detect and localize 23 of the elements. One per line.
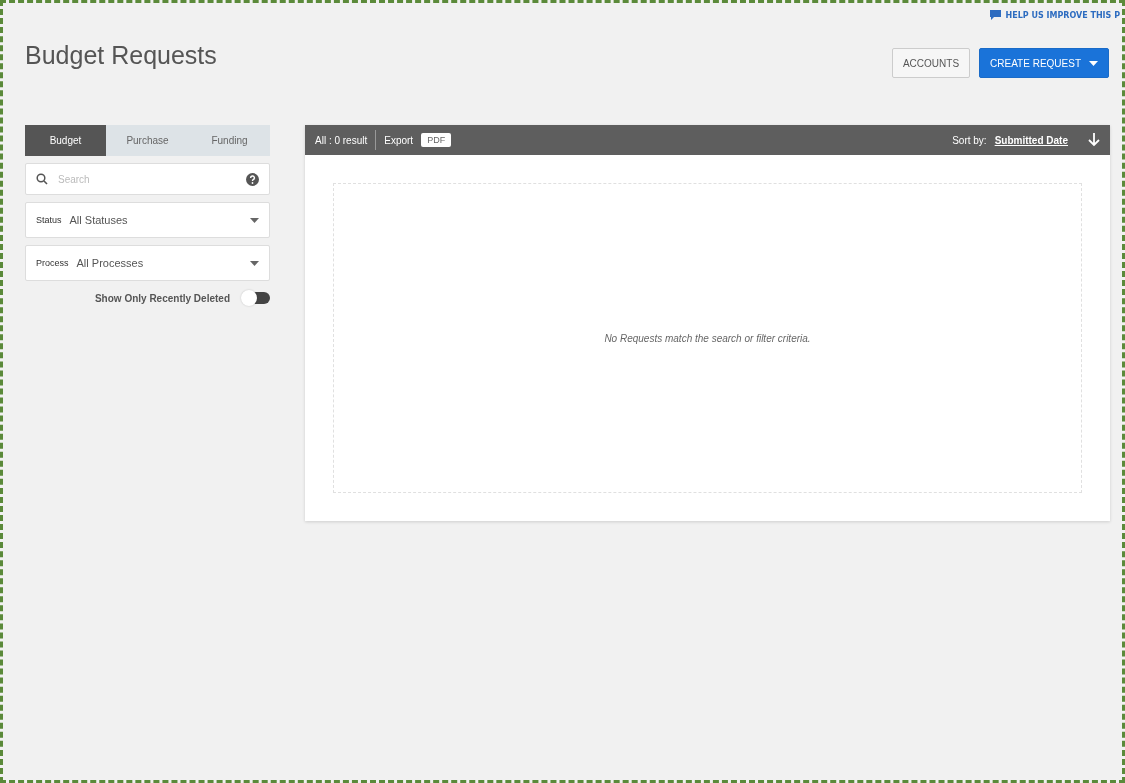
export-label: Export	[384, 134, 414, 146]
pdf-button[interactable]: PDF	[421, 133, 452, 147]
help-link[interactable]: HELP US IMPROVE THIS P	[989, 10, 1120, 20]
search-icon	[36, 173, 48, 185]
page-title: Budget Requests	[25, 40, 217, 70]
caret-icon	[250, 217, 259, 223]
caret-icon	[250, 260, 259, 266]
caret-icon	[1089, 60, 1098, 66]
sort-label: Sort by:	[952, 134, 987, 146]
accounts-button[interactable]: ACCOUNTS	[891, 48, 971, 78]
filter-dropdown[interactable]: Status All Statuses	[25, 202, 270, 238]
toggle-label: Show Only Recently Deleted	[94, 292, 230, 304]
search-field[interactable]: Search	[25, 163, 270, 195]
filter-dropdown[interactable]: Process All Processes	[25, 245, 270, 281]
tab[interactable]: Budget	[25, 125, 106, 156]
result-count: All : 0 result	[315, 134, 368, 146]
create-request-button[interactable]: CREATE REQUEST	[979, 48, 1109, 78]
arrow-down-icon[interactable]	[1088, 133, 1100, 147]
sort-link[interactable]: Submitted Date	[994, 134, 1068, 146]
chat-icon	[989, 10, 1001, 20]
help-icon[interactable]	[246, 172, 259, 186]
empty-message: No Requests match the search or filter criteria.	[604, 332, 811, 344]
toggle-switch[interactable]	[244, 292, 270, 304]
